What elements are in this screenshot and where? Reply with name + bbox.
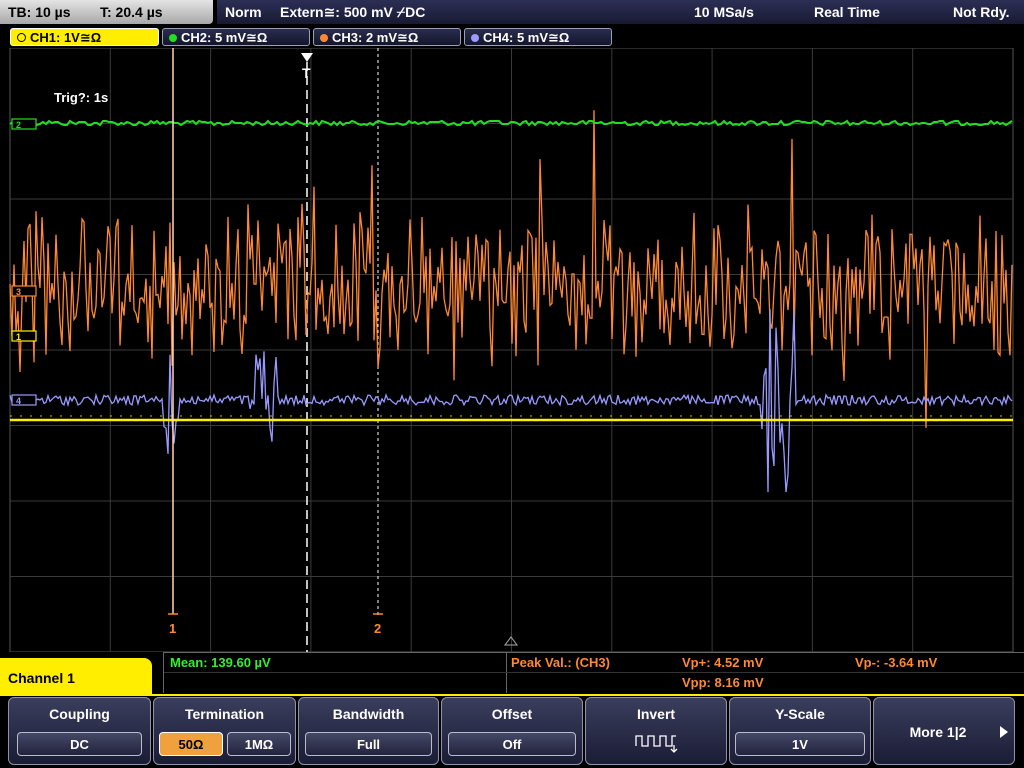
termination-key[interactable]: Termination 50Ω 1MΩ: [153, 697, 296, 765]
waveform-display[interactable]: T 1 2 2 3 1 4 Trig?: 1s: [0, 48, 1024, 652]
bandwidth-key[interactable]: Bandwidth Full: [298, 697, 439, 765]
yscale-key[interactable]: Y-Scale 1V: [729, 697, 871, 765]
trigger-time-readout: T: 20.4 µs: [100, 4, 163, 20]
tab-ch4[interactable]: CH4: 5 mV≅Ω: [464, 28, 612, 46]
bandwidth-title: Bandwidth: [332, 706, 405, 722]
ch4-marker[interactable]: 4: [11, 394, 37, 406]
offset-title: Offset: [491, 706, 533, 722]
tab-ch1-label: CH1: 1V≅Ω: [30, 30, 102, 45]
peak-label: Peak Val.: (CH3): [511, 655, 610, 670]
square-wave-icon: [635, 735, 678, 753]
ch4-marker-label: 4: [16, 396, 21, 406]
coupling-key[interactable]: Coupling DC: [8, 697, 151, 765]
vp-plus-value: Vp+: 4.52 mV: [682, 655, 764, 670]
termination-title: Termination: [184, 706, 265, 722]
tab-ch3-label: CH3: 2 mV≅Ω: [332, 30, 419, 45]
ch2-dot-icon: [169, 34, 177, 42]
bandwidth-value[interactable]: Full: [305, 732, 432, 756]
ch3-dot-icon: [320, 34, 328, 42]
status-bar: TB: 10 µs T: 20.4 µs Norm Extern≅: 500 m…: [0, 0, 1024, 26]
timebase-readout: TB: 10 µs: [8, 4, 71, 20]
ch3-marker[interactable]: 3: [11, 285, 37, 297]
offset-value[interactable]: Off: [448, 732, 576, 756]
tab-ch2-label: CH2: 5 mV≅Ω: [181, 30, 268, 45]
coupling-value[interactable]: DC: [17, 732, 142, 756]
tab-ch4-label: CH4: 5 mV≅Ω: [483, 30, 570, 45]
ready-state: Not Rdy.: [953, 4, 1010, 20]
cursor-2-label: 2: [374, 621, 381, 636]
vpp-value: Vpp: 8.16 mV: [682, 675, 764, 690]
ch1-dot-icon: [17, 33, 26, 42]
acquisition-panel[interactable]: Norm Extern≅: 500 mV ⌿DC 10 MSa/s Real T…: [217, 0, 1024, 24]
ch1-marker[interactable]: 1: [11, 330, 37, 342]
invert-key[interactable]: Invert: [585, 697, 727, 765]
mean-value: Mean: 139.60 µV: [170, 655, 271, 670]
trigger-info: Trig?: 1s: [54, 90, 108, 105]
timebase-panel[interactable]: TB: 10 µs T: 20.4 µs: [0, 0, 213, 24]
invert-title: Invert: [636, 706, 676, 722]
trigger-marker-label: T: [302, 65, 311, 81]
coupling-title: Coupling: [49, 706, 110, 722]
right-arrow-icon: [1000, 726, 1008, 738]
trigger-mode: Norm: [225, 4, 262, 20]
ch2-marker-label: 2: [16, 120, 21, 130]
ch1-marker-label: 1: [16, 332, 21, 342]
more-key[interactable]: More 1|2: [873, 697, 1015, 765]
sample-rate: 10 MSa/s: [694, 4, 754, 20]
ch3-marker-label: 3: [16, 287, 21, 297]
more-label: More 1|2: [909, 724, 967, 740]
channel-menu-title: Channel 1: [8, 670, 75, 686]
ch4-dot-icon: [471, 34, 479, 42]
tab-ch2[interactable]: CH2: 5 mV≅Ω: [162, 28, 310, 46]
trigger-source: Extern≅: 500 mV ⌿DC: [280, 4, 426, 20]
measurement-bar[interactable]: Mean: 139.60 µV Peak Val.: (CH3) Vp+: 4.…: [163, 652, 1024, 693]
cursor-1-label: 1: [169, 621, 176, 636]
tab-ch1[interactable]: CH1: 1V≅Ω: [10, 28, 159, 46]
acquisition-mode: Real Time: [814, 4, 880, 20]
tab-ch3[interactable]: CH3: 2 mV≅Ω: [313, 28, 461, 46]
yscale-value[interactable]: 1V: [735, 732, 865, 756]
termination-1mohm[interactable]: 1MΩ: [227, 732, 291, 756]
yscale-title: Y-Scale: [775, 706, 825, 722]
softkey-bar: Coupling DC Termination 50Ω 1MΩ Bandwidt…: [0, 696, 1024, 768]
channel-menu-label: Channel 1: [0, 658, 152, 696]
measurement-row-divider: [164, 672, 1024, 673]
offset-key[interactable]: Offset Off: [441, 697, 583, 765]
measurement-divider: [506, 653, 507, 693]
termination-50ohm[interactable]: 50Ω: [159, 732, 223, 756]
ch2-marker[interactable]: 2: [11, 118, 37, 130]
vp-minus-value: Vp-: -3.64 mV: [855, 655, 938, 670]
